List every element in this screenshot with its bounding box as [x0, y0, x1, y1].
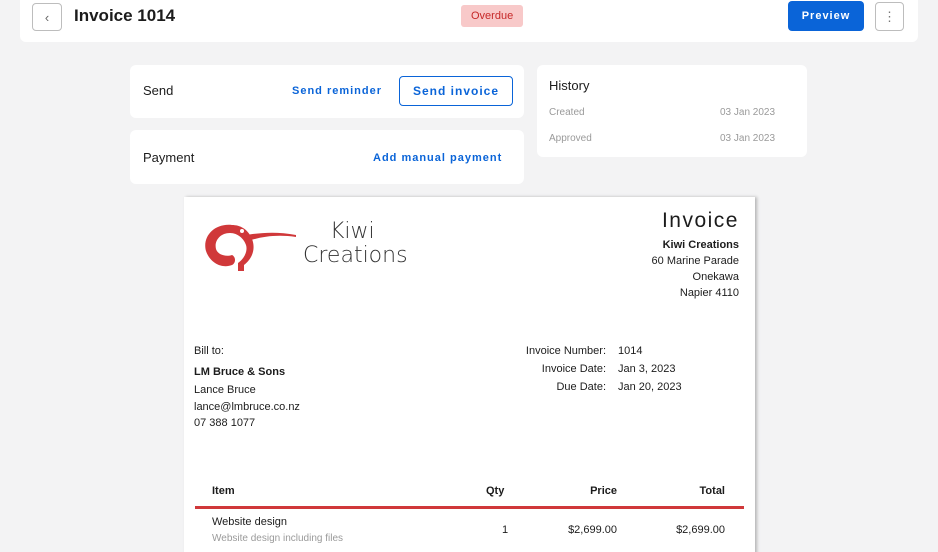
history-card: History Created 03 Jan 2023 Approved 03 …: [537, 65, 807, 157]
table-header-divider: [195, 506, 744, 509]
send-reminder-button[interactable]: Send reminder: [292, 85, 382, 97]
item-price: $2,699.00: [568, 524, 617, 536]
company-street: 60 Marine Parade: [651, 255, 739, 267]
company-name: Kiwi Creations: [662, 239, 739, 251]
invoice-number-label: Invoice Number:: [525, 345, 606, 357]
invoice-date-value: Jan 3, 2023: [618, 363, 676, 375]
history-title: History: [549, 78, 590, 93]
history-created-date: 03 Jan 2023: [720, 107, 776, 118]
column-qty: Qty: [486, 485, 505, 497]
item-total: $2,699.00: [676, 524, 725, 536]
bill-to-contact: Lance Bruce: [194, 384, 256, 396]
invoice-date-label: Invoice Date:: [541, 363, 606, 375]
payment-card: Payment Add manual payment: [130, 130, 524, 184]
invoice-number-value: 1014: [618, 345, 643, 357]
send-card: Send Send reminder Send invoice: [130, 65, 524, 118]
logo-line-1: Kiwi: [330, 219, 375, 244]
history-approved-date: 03 Jan 2023: [720, 133, 776, 144]
bill-to-phone: 07 388 1077: [194, 417, 256, 429]
column-total: Total: [699, 485, 725, 497]
more-options-button[interactable]: ⋮: [875, 2, 904, 31]
item-qty: 1: [502, 524, 509, 536]
invoice-document: Kiwi Creations Invoice Kiwi Creations 60…: [184, 197, 755, 552]
history-created-label: Created: [549, 107, 585, 118]
invoice-heading: Invoice: [661, 209, 739, 232]
more-vertical-icon: ⋮: [883, 8, 896, 24]
back-button[interactable]: ‹: [32, 3, 62, 31]
column-price: Price: [590, 485, 617, 497]
column-item: Item: [212, 485, 235, 497]
send-card-title: Send: [143, 83, 174, 98]
send-invoice-button[interactable]: Send invoice: [399, 76, 513, 106]
company-city: Napier 4110: [679, 287, 739, 299]
item-description: Website design including files: [212, 533, 344, 544]
payment-card-title: Payment: [143, 150, 195, 165]
due-date-label: Due Date:: [556, 381, 606, 393]
bill-to-email: lance@lmbruce.co.nz: [194, 401, 300, 413]
logo-line-2: Creations: [303, 243, 408, 268]
kiwi-logo-icon: [205, 224, 296, 271]
bill-to-name: LM Bruce & Sons: [194, 366, 286, 378]
preview-button[interactable]: Preview: [788, 1, 864, 31]
bill-to-label: Bill to:: [194, 345, 224, 357]
company-suburb: Onekawa: [692, 271, 739, 283]
chevron-left-icon: ‹: [44, 9, 50, 25]
add-manual-payment-button[interactable]: Add manual payment: [373, 152, 502, 164]
page-title: Invoice 1014: [74, 6, 176, 25]
status-badge: Overdue: [461, 5, 524, 27]
history-approved-label: Approved: [549, 133, 592, 144]
item-name: Website design: [212, 516, 288, 528]
top-bar: ‹ Invoice 1014 Overdue Preview ⋮: [20, 0, 918, 42]
due-date-value: Jan 20, 2023: [618, 381, 682, 393]
